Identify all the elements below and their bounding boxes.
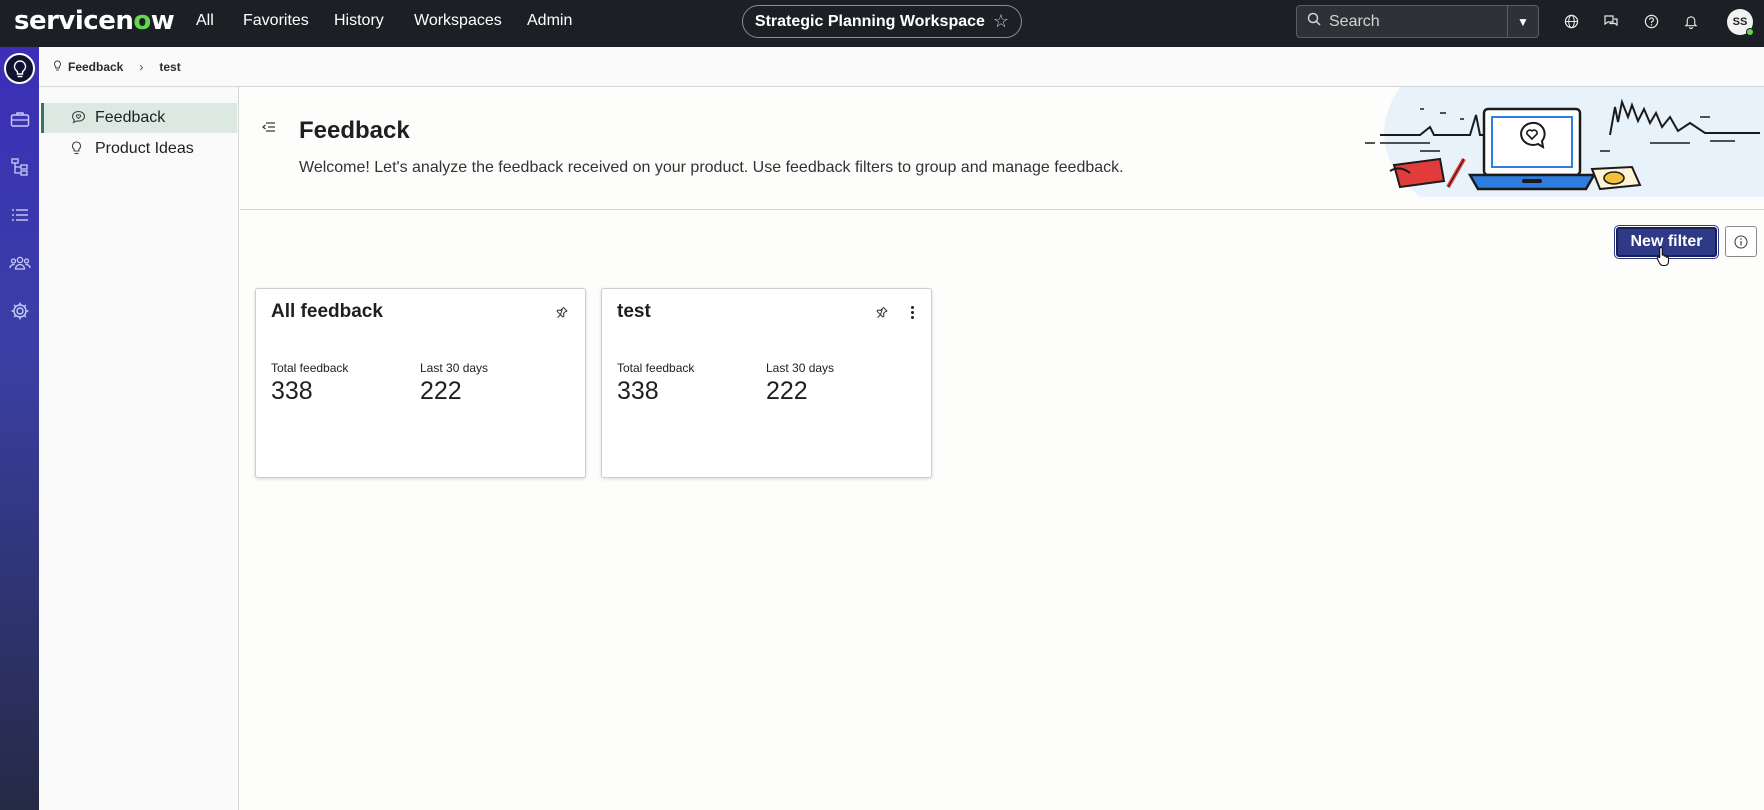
total-feedback-value: 338	[271, 377, 313, 405]
star-icon[interactable]: ☆	[993, 11, 1009, 32]
workspace-selector[interactable]: Strategic Planning Workspace ☆	[742, 5, 1022, 38]
nav-all[interactable]: All	[196, 12, 214, 30]
page-title: Feedback	[299, 117, 410, 144]
top-navigation-bar: servicenow All Favorites History Workspa…	[0, 0, 1764, 47]
page-description: Welcome! Let's analyze the feedback rece…	[299, 159, 1124, 176]
last-30-days-label: Last 30 days	[420, 361, 489, 375]
nav-history[interactable]: History	[334, 12, 384, 30]
breadcrumb-feedback[interactable]: Feedback	[68, 60, 123, 74]
pin-icon[interactable]	[554, 304, 570, 320]
workspace-name: Strategic Planning Workspace	[754, 12, 985, 30]
breadcrumb-pin-icon	[53, 59, 62, 74]
lightbulb-icon[interactable]	[4, 53, 35, 84]
sidebar-item-label: Product Ideas	[95, 140, 194, 157]
info-icon[interactable]	[1725, 226, 1757, 257]
filter-card-test[interactable]: test Total feedback 338 Last 30 days 222	[601, 288, 932, 478]
hierarchy-icon[interactable]	[4, 151, 35, 182]
servicenow-logo[interactable]: servicenow	[14, 6, 175, 36]
search-placeholder: Search	[1329, 12, 1380, 30]
card-title: All feedback	[271, 301, 383, 322]
collapse-sidebar-icon[interactable]	[262, 119, 276, 135]
chevron-down-icon: ▼	[1517, 14, 1529, 29]
nav-workspaces[interactable]: Workspaces	[414, 12, 502, 30]
sidebar-item-label: Feedback	[95, 109, 166, 126]
feedback-illustration	[1360, 87, 1764, 197]
card-title: test	[617, 301, 651, 322]
filter-card-all-feedback[interactable]: All feedback Total feedback 338 Last 30 …	[255, 288, 586, 478]
breadcrumb: Feedback › test	[39, 47, 1764, 87]
search-icon	[1307, 12, 1321, 31]
list-icon[interactable]	[4, 199, 35, 230]
pin-icon[interactable]	[874, 304, 890, 320]
feedback-icon	[71, 110, 87, 127]
last-30-days-label: Last 30 days	[766, 361, 835, 375]
hand-pointer-cursor-icon	[1656, 246, 1672, 271]
workspace-icon-rail	[0, 47, 39, 810]
total-feedback-value: 338	[617, 377, 659, 405]
people-icon[interactable]	[4, 247, 35, 278]
globe-icon[interactable]	[1561, 11, 1581, 31]
more-options-icon[interactable]	[907, 304, 917, 320]
chevron-right-icon: ›	[139, 59, 144, 74]
nav-admin[interactable]: Admin	[527, 12, 572, 30]
total-feedback-label: Total feedback	[617, 361, 695, 375]
nav-favorites[interactable]: Favorites	[243, 12, 309, 30]
lightbulb-icon	[71, 140, 87, 158]
last-30-days-value: 222	[420, 377, 462, 405]
last-30-days-value: 222	[766, 377, 808, 405]
user-avatar[interactable]: SS	[1727, 9, 1754, 36]
bell-icon[interactable]	[1681, 11, 1701, 31]
help-icon[interactable]	[1641, 11, 1661, 31]
online-status-dot	[1746, 28, 1754, 36]
sidebar: Feedback Product Ideas	[39, 87, 239, 810]
briefcase-icon[interactable]	[4, 103, 35, 134]
sidebar-item-product-ideas[interactable]: Product Ideas	[41, 134, 237, 164]
chat-icon[interactable]	[1601, 11, 1621, 31]
sidebar-item-feedback[interactable]: Feedback	[41, 103, 237, 133]
total-feedback-label: Total feedback	[271, 361, 349, 375]
search-scope-dropdown[interactable]: ▼	[1507, 5, 1539, 38]
gear-icon[interactable]	[4, 295, 35, 326]
page-header: Feedback Welcome! Let's analyze the feed…	[240, 87, 1764, 210]
breadcrumb-current[interactable]: test	[159, 60, 180, 74]
global-search-input[interactable]: Search	[1296, 5, 1508, 38]
